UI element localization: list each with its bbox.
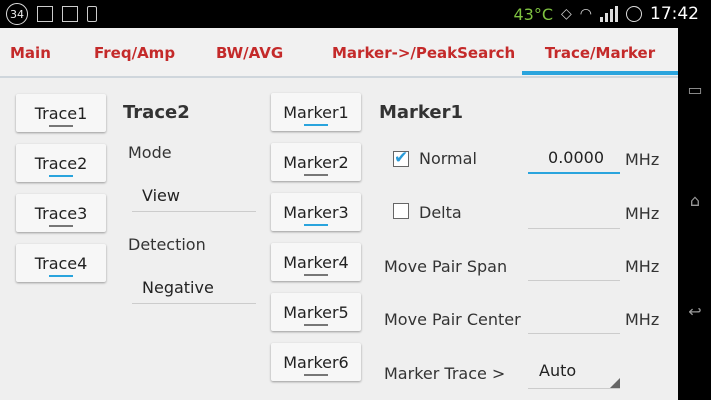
marker4-indicator <box>304 274 328 276</box>
navigation-bar: ▭ ⌂ ↩ <box>678 28 711 400</box>
normal-frequency-input[interactable]: 0.0000 <box>528 148 620 174</box>
trace1-button[interactable]: Trace1 <box>16 94 106 132</box>
trace4-indicator <box>49 275 73 277</box>
marker2-indicator <box>304 174 328 176</box>
marker6-label: Marker6 <box>283 352 349 372</box>
marker4-button[interactable]: Marker4 <box>271 243 361 281</box>
mode-label: Mode <box>128 143 172 162</box>
marker6-indicator <box>304 374 328 376</box>
normal-frequency-value: 0.0000 <box>548 148 604 167</box>
marker2-label: Marker2 <box>283 152 349 172</box>
move-pair-center-unit: MHz <box>625 310 660 329</box>
detection-label: Detection <box>128 235 206 254</box>
marker1-label: Marker1 <box>283 102 349 122</box>
marker6-button[interactable]: Marker6 <box>271 343 361 381</box>
move-pair-span-unit: MHz <box>625 257 660 276</box>
marker3-button[interactable]: Marker3 <box>271 193 361 231</box>
home-icon[interactable]: ⌂ <box>686 191 704 210</box>
app-content: Main Freq/Amp BW/AVG Marker->/PeakSearch… <box>0 28 678 400</box>
move-pair-center-label: Move Pair Center <box>384 310 521 329</box>
marker-trace-value: Auto <box>539 361 577 380</box>
trace1-indicator <box>49 125 73 127</box>
tab-bar: Main Freq/Amp BW/AVG Marker->/PeakSearch… <box>0 28 678 78</box>
marker5-label: Marker5 <box>283 302 349 322</box>
normal-label: Normal <box>419 149 477 168</box>
trace1-label: Trace1 <box>34 103 88 123</box>
delta-frequency-input[interactable] <box>528 202 620 229</box>
trace-panel-title: Trace2 <box>123 102 190 123</box>
back-icon[interactable]: ↩ <box>686 302 704 321</box>
spinner-corner-icon <box>610 378 620 388</box>
mode-select[interactable]: View <box>132 186 256 212</box>
signal-icon <box>600 6 618 22</box>
marker3-label: Marker3 <box>283 202 349 222</box>
gallery-icon <box>37 6 53 22</box>
clock: 17:42 <box>650 4 699 24</box>
marker-panel-title: Marker1 <box>379 102 464 123</box>
tab-marker-peaksearch[interactable]: Marker->/PeakSearch <box>332 44 515 62</box>
trace4-button[interactable]: Trace4 <box>16 244 106 282</box>
notification-count-badge: 34 <box>6 3 28 25</box>
marker4-label: Marker4 <box>283 252 349 272</box>
trace3-label: Trace3 <box>34 203 88 223</box>
marker5-button[interactable]: Marker5 <box>271 293 361 331</box>
recent-apps-icon[interactable]: ▭ <box>686 80 704 99</box>
status-bar: 34 43°C ◇ ◠ 17:42 <box>0 0 711 28</box>
tab-freq-amp[interactable]: Freq/Amp <box>94 44 175 62</box>
tab-main[interactable]: Main <box>10 44 51 62</box>
delta-unit: MHz <box>625 204 660 223</box>
marker-trace-select[interactable]: Auto <box>528 361 620 389</box>
phone-icon <box>87 6 97 22</box>
vibrate-icon: ◇ <box>561 6 572 22</box>
marker1-indicator <box>304 124 328 126</box>
temperature-readout: 43°C <box>513 4 553 24</box>
trace3-indicator <box>49 225 73 227</box>
move-pair-center-input[interactable] <box>528 307 620 334</box>
battery-icon <box>626 6 642 22</box>
trace2-label: Trace2 <box>34 153 88 173</box>
trace3-button[interactable]: Trace3 <box>16 194 106 232</box>
tab-trace-marker[interactable]: Trace/Marker <box>522 44 678 75</box>
delta-checkbox[interactable] <box>393 203 409 219</box>
marker2-button[interactable]: Marker2 <box>271 143 361 181</box>
marker5-indicator <box>304 324 328 326</box>
normal-unit: MHz <box>625 150 660 169</box>
move-pair-span-input[interactable] <box>528 254 620 281</box>
wifi-icon: ◠ <box>579 6 592 22</box>
marker3-indicator <box>304 224 328 226</box>
detection-value: Negative <box>142 278 214 297</box>
move-pair-span-label: Move Pair Span <box>384 257 508 276</box>
tab-bw-avg[interactable]: BW/AVG <box>216 44 283 62</box>
trace2-button[interactable]: Trace2 <box>16 144 106 182</box>
detection-select[interactable]: Negative <box>132 278 256 304</box>
delta-label: Delta <box>419 203 462 222</box>
image-icon <box>62 6 78 22</box>
normal-checkbox[interactable] <box>393 148 409 168</box>
trace4-label: Trace4 <box>34 253 88 273</box>
marker-trace-label: Marker Trace > <box>384 364 506 383</box>
mode-value: View <box>142 186 180 205</box>
marker1-button[interactable]: Marker1 <box>271 93 361 131</box>
trace2-indicator <box>49 175 73 177</box>
